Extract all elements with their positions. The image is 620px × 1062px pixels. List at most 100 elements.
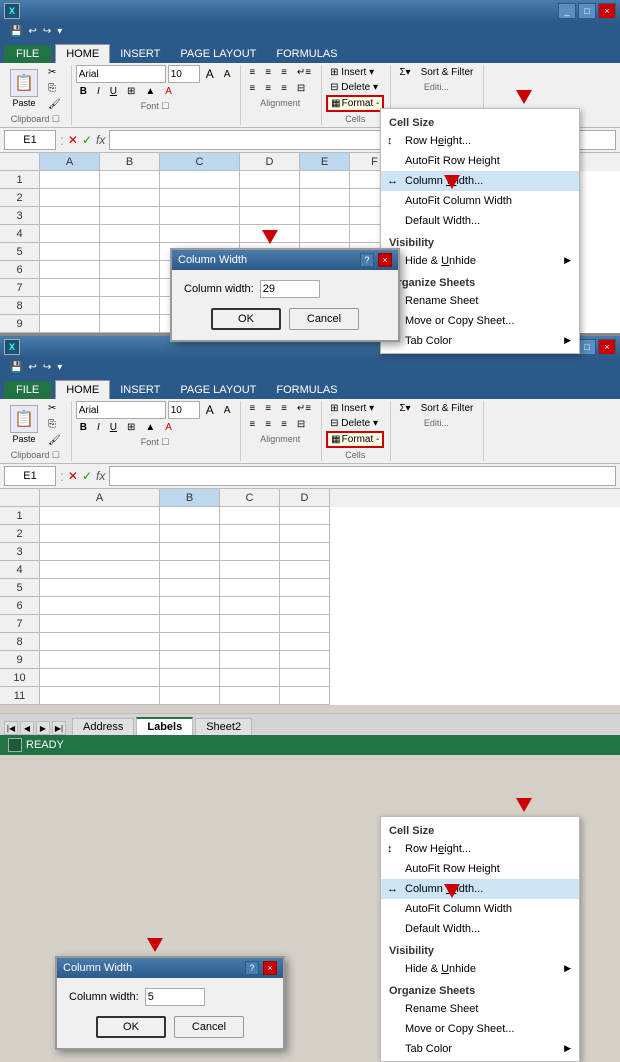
grid-cell[interactable] xyxy=(40,189,100,207)
insert-btn-top[interactable]: ⊞ Insert ▾ xyxy=(326,65,378,80)
grid-cell[interactable] xyxy=(160,597,220,615)
grid-cell[interactable] xyxy=(220,525,280,543)
italic-btn-top[interactable]: I xyxy=(93,84,104,99)
customize-icon-top[interactable]: ▾ xyxy=(55,25,64,38)
bold-btn-bot[interactable]: B xyxy=(76,420,91,435)
cell-ref-input-bot[interactable] xyxy=(4,466,56,486)
hide-unhide-item-top[interactable]: Hide & Unhide xyxy=(381,251,579,271)
dialog-ok-btn-top[interactable]: OK xyxy=(211,308,281,330)
grid-cell[interactable] xyxy=(280,525,330,543)
tab-home-top[interactable]: HOME xyxy=(55,44,110,63)
font-color-btn-top[interactable]: A xyxy=(161,84,176,99)
grid-cell[interactable] xyxy=(40,561,160,579)
save-icon-top[interactable]: 💾 xyxy=(8,25,24,38)
delete-btn-bot[interactable]: ⊟ Delete ▾ xyxy=(326,416,382,431)
align-tr-bot[interactable]: ≡ xyxy=(277,401,291,416)
grid-cell[interactable] xyxy=(40,687,160,705)
grid-cell[interactable] xyxy=(220,633,280,651)
grid-cell[interactable] xyxy=(160,525,220,543)
tab-pagelayout-top[interactable]: PAGE LAYOUT xyxy=(170,45,266,63)
grid-cell[interactable] xyxy=(160,687,220,705)
grid-cell[interactable] xyxy=(220,615,280,633)
align-top-right-top[interactable]: ≡ xyxy=(277,65,291,80)
grid-cell[interactable] xyxy=(220,669,280,687)
copy-btn-bot[interactable]: ⎘ xyxy=(44,417,65,432)
font-size-inc-top[interactable]: A xyxy=(202,65,218,83)
col-header-A-bot[interactable]: A xyxy=(40,489,160,507)
col-header-B-top[interactable]: B xyxy=(100,153,160,171)
grid-cell[interactable] xyxy=(40,243,100,261)
bold-btn-top[interactable]: B xyxy=(76,84,91,99)
grid-cell[interactable] xyxy=(100,171,160,189)
align-top-center-top[interactable]: ≡ xyxy=(261,65,275,80)
dialog-field-input-bot[interactable] xyxy=(145,988,205,1006)
tab-insert-bot[interactable]: INSERT xyxy=(110,381,170,399)
col-header-D-bot[interactable]: D xyxy=(280,489,330,507)
tab-insert-top[interactable]: INSERT xyxy=(110,45,170,63)
grid-cell[interactable] xyxy=(160,207,240,225)
grid-cell[interactable] xyxy=(160,669,220,687)
grid-cell[interactable] xyxy=(220,687,280,705)
col-header-C-top[interactable]: C xyxy=(160,153,240,171)
sort-btn-top[interactable]: Sort & Filter xyxy=(417,65,478,80)
grid-cell[interactable] xyxy=(160,651,220,669)
grid-cell[interactable] xyxy=(40,651,160,669)
grid-cell[interactable] xyxy=(280,579,330,597)
cut-btn-bot[interactable]: ✂ xyxy=(44,401,65,416)
grid-cell[interactable] xyxy=(100,243,160,261)
font-name-input-top[interactable] xyxy=(76,65,166,83)
fx-icon-top[interactable]: fx xyxy=(96,133,105,147)
tab-file-top[interactable]: FILE xyxy=(4,45,51,63)
merge-btn-top[interactable]: ⊟ xyxy=(293,81,309,96)
grid-cell[interactable] xyxy=(40,597,160,615)
grid-cell[interactable] xyxy=(220,597,280,615)
grid-cell[interactable] xyxy=(240,189,300,207)
align-br-bot[interactable]: ≡ xyxy=(277,417,291,432)
grid-cell[interactable] xyxy=(100,297,160,315)
grid-cell[interactable] xyxy=(40,525,160,543)
font-color-btn-bot[interactable]: A xyxy=(161,420,176,435)
grid-cell[interactable] xyxy=(280,597,330,615)
formula-input-bot[interactable] xyxy=(109,466,616,486)
grid-cell[interactable] xyxy=(300,171,350,189)
grid-cell[interactable] xyxy=(160,633,220,651)
dialog-help-btn-bot[interactable]: ? xyxy=(245,961,259,975)
align-bl-top[interactable]: ≡ xyxy=(245,81,259,96)
grid-cell[interactable] xyxy=(220,579,280,597)
tab-pagelayout-bot[interactable]: PAGE LAYOUT xyxy=(170,381,266,399)
tab-color-item-bot[interactable]: Tab Color xyxy=(381,1039,579,1059)
grid-cell[interactable] xyxy=(220,561,280,579)
dialog-field-input-top[interactable] xyxy=(260,280,320,298)
fx-icon-bot[interactable]: fx xyxy=(96,469,105,483)
grid-cell[interactable] xyxy=(220,543,280,561)
minimize-btn-top[interactable]: _ xyxy=(558,3,576,19)
default-width-item-top[interactable]: Default Width... xyxy=(381,211,579,231)
grid-cell[interactable] xyxy=(280,615,330,633)
font-size-dec-bot[interactable]: A xyxy=(220,403,235,418)
grid-cell[interactable] xyxy=(40,669,160,687)
grid-cell[interactable] xyxy=(40,207,100,225)
restore-btn-top[interactable]: □ xyxy=(578,3,596,19)
hide-unhide-item-bot[interactable]: Hide & Unhide xyxy=(381,959,579,979)
format-painter-btn-top[interactable]: 🖌 xyxy=(44,97,65,112)
close-btn-top[interactable]: × xyxy=(598,3,616,19)
grid-cell[interactable] xyxy=(100,315,160,333)
border-btn-top[interactable]: ⊞ xyxy=(123,84,139,99)
redo-icon-bot[interactable]: ↪ xyxy=(41,361,53,374)
align-bc-top[interactable]: ≡ xyxy=(261,81,275,96)
close-btn-bot[interactable]: × xyxy=(598,339,616,355)
grid-cell[interactable] xyxy=(40,507,160,525)
cancel-formula-icon-top[interactable]: ✕ xyxy=(68,133,78,147)
grid-cell[interactable] xyxy=(240,171,300,189)
paste-btn-top[interactable]: 📋 Paste xyxy=(6,67,42,111)
col-header-E-top[interactable]: E xyxy=(300,153,350,171)
col-header-B-bot[interactable]: B xyxy=(160,489,220,507)
move-copy-item-top[interactable]: Move or Copy Sheet... xyxy=(381,311,579,331)
grid-cell[interactable] xyxy=(40,633,160,651)
grid-cell[interactable] xyxy=(100,261,160,279)
grid-cell[interactable] xyxy=(40,615,160,633)
customize-icon-bot[interactable]: ▾ xyxy=(55,361,64,374)
align-bl-bot[interactable]: ≡ xyxy=(245,417,259,432)
underline-btn-top[interactable]: U xyxy=(106,84,121,99)
grid-cell[interactable] xyxy=(280,561,330,579)
